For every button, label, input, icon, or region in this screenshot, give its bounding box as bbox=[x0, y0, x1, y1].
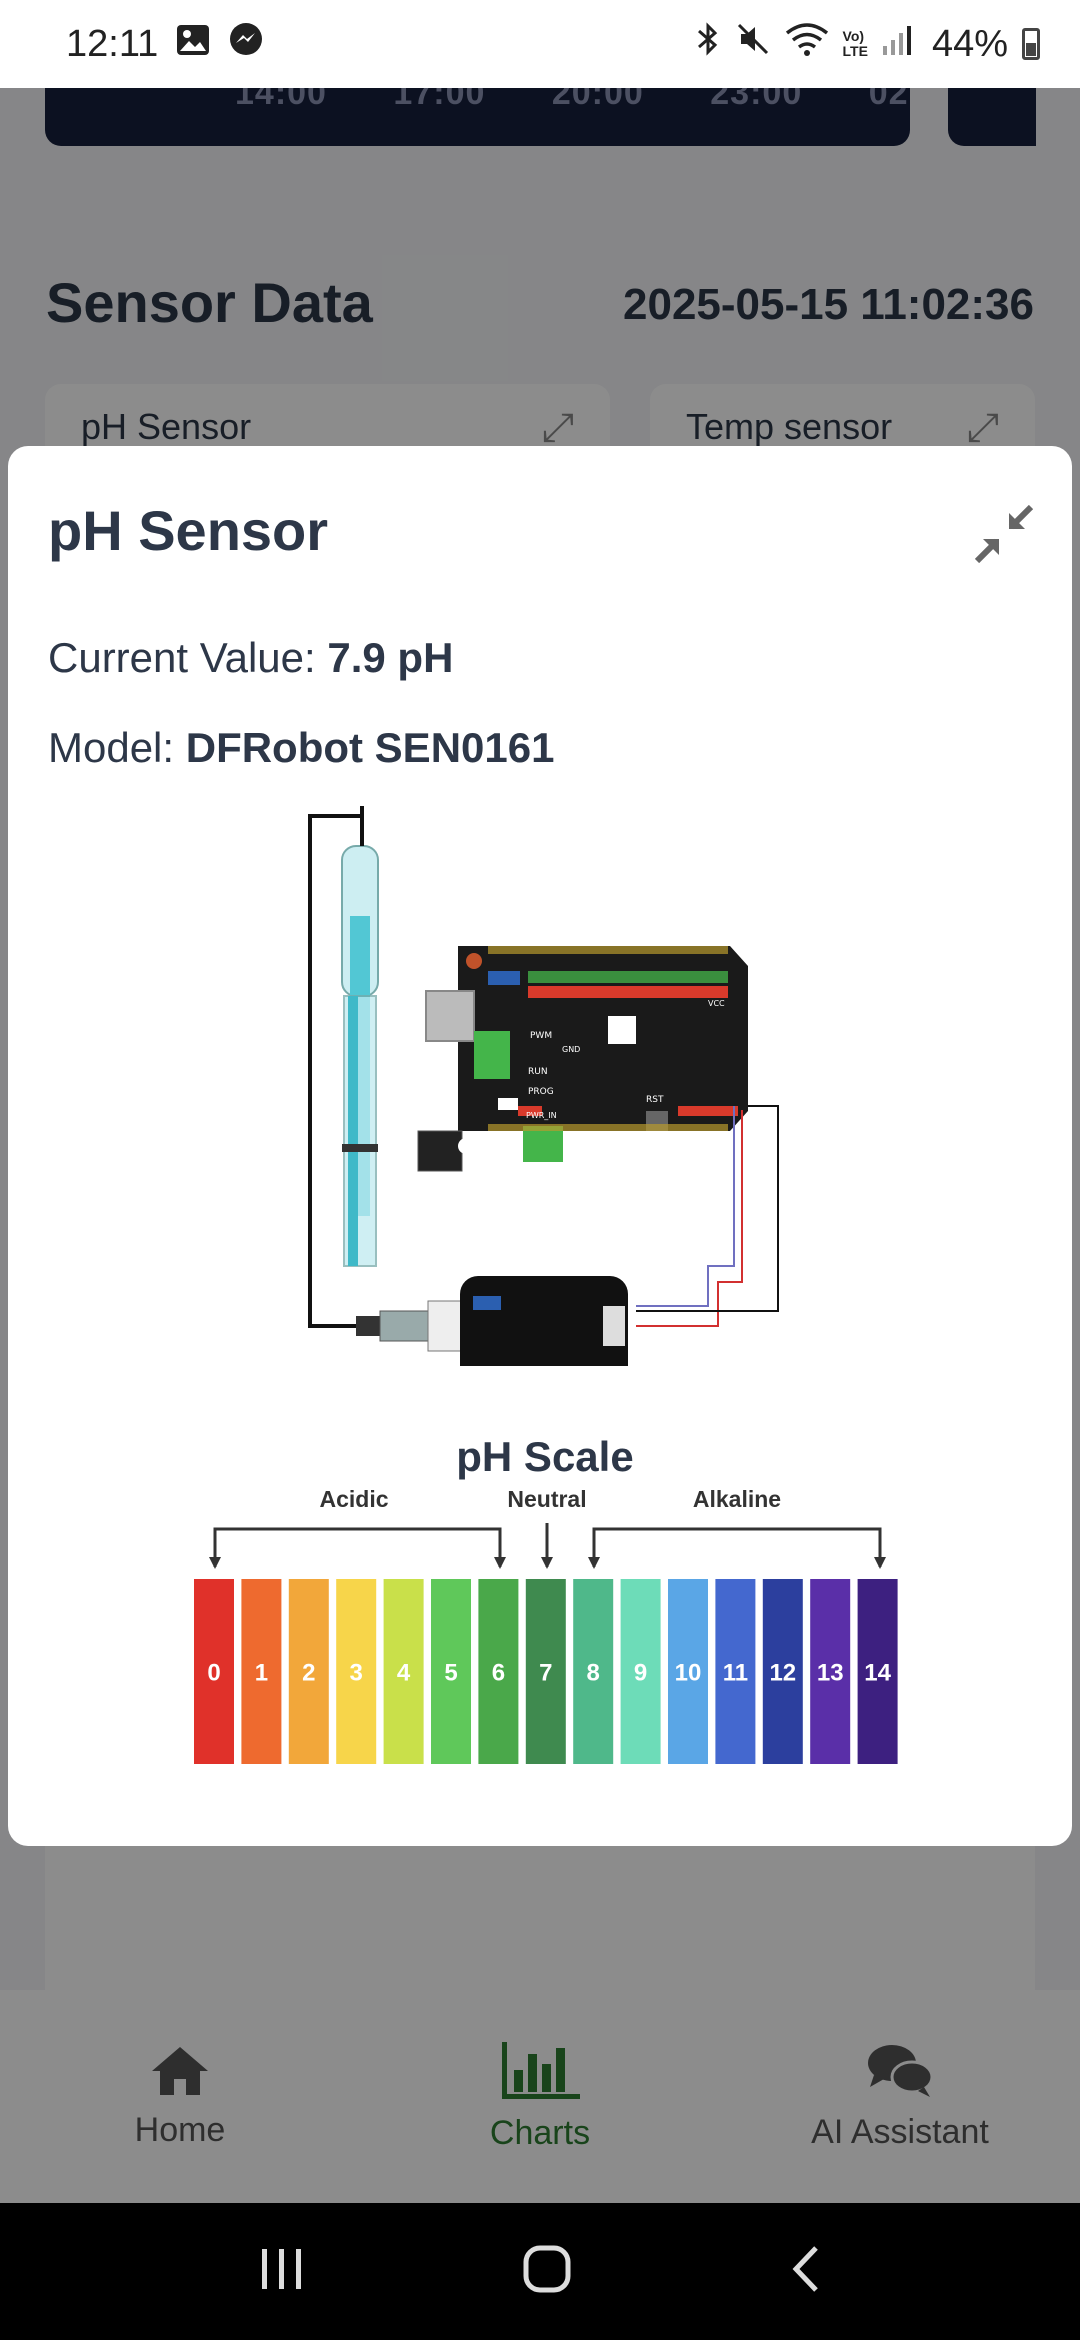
alkaline-label: Alkaline bbox=[693, 1486, 781, 1512]
svg-text:RUN: RUN bbox=[528, 1067, 548, 1077]
current-value-label: Current Value: bbox=[48, 634, 316, 681]
home-button[interactable] bbox=[522, 2244, 572, 2299]
ph-bar-label: 14 bbox=[864, 1660, 891, 1687]
arduino-board: PWM PROG RUN PWR_IN RST VCC GND bbox=[417, 946, 748, 1172]
acidic-label: Acidic bbox=[319, 1486, 388, 1512]
svg-text:GND: GND bbox=[562, 1045, 580, 1054]
ph-bar-label: 11 bbox=[723, 1660, 748, 1687]
model-line: Model: DFRobot SEN0161 bbox=[48, 724, 554, 772]
ph-bar-label: 13 bbox=[817, 1660, 844, 1687]
ph-bar-label: 4 bbox=[397, 1660, 411, 1687]
current-value: 7.9 pH bbox=[327, 634, 454, 681]
ph-bar-label: 2 bbox=[302, 1660, 315, 1687]
system-navigation-bar bbox=[0, 2203, 1080, 2340]
ph-bar-label: 6 bbox=[492, 1660, 505, 1687]
volte-icon: Vo) LTE bbox=[842, 28, 868, 59]
gallery-icon bbox=[176, 23, 210, 66]
status-time: 12:11 bbox=[66, 22, 159, 65]
svg-text:PWR_IN: PWR_IN bbox=[526, 1111, 557, 1120]
svg-text:PWM: PWM bbox=[530, 1031, 552, 1041]
ph-bar-label: 8 bbox=[587, 1660, 600, 1687]
signal-icon bbox=[882, 23, 912, 66]
svg-text:VCC: VCC bbox=[708, 999, 725, 1008]
ph-scale-graphic: pH Scale Acidic Neutral Alkaline 0123456… bbox=[194, 1433, 898, 1764]
svg-text:RST: RST bbox=[646, 1095, 664, 1105]
svg-text:PROG: PROG bbox=[528, 1087, 554, 1097]
battery-icon bbox=[1022, 28, 1040, 60]
status-bar: 12:11 Vo) LTE 44% bbox=[0, 0, 1080, 88]
ph-bar-label: 10 bbox=[675, 1660, 702, 1687]
ph-bar-label: 1 bbox=[255, 1660, 268, 1687]
ph-scale-title: pH Scale bbox=[456, 1433, 633, 1480]
battery-percent: 44% bbox=[931, 22, 1008, 65]
messenger-icon bbox=[228, 21, 264, 67]
ph-bar-label: 5 bbox=[444, 1660, 457, 1687]
compress-icon bbox=[975, 505, 1033, 563]
modal-title: pH Sensor bbox=[48, 499, 329, 562]
ph-bar-label: 3 bbox=[350, 1660, 363, 1687]
ph-meter-board bbox=[356, 1276, 628, 1366]
ph-bar-label: 0 bbox=[207, 1660, 220, 1687]
ph-bar-label: 9 bbox=[634, 1660, 647, 1687]
mute-icon bbox=[735, 21, 771, 67]
back-button[interactable] bbox=[788, 2244, 822, 2299]
bluetooth-icon bbox=[695, 21, 721, 67]
model-label: Model: bbox=[48, 724, 175, 771]
collapse-button[interactable] bbox=[972, 502, 1036, 566]
model-value: DFRobot SEN0161 bbox=[185, 724, 555, 771]
neutral-label: Neutral bbox=[507, 1486, 586, 1512]
ph-bar-label: 12 bbox=[769, 1660, 796, 1687]
wifi-icon bbox=[785, 21, 829, 67]
ph-probe bbox=[341, 806, 379, 1267]
sensor-detail-modal: pH Sensor Current Value: 7.9 pH Model: D… bbox=[8, 446, 1072, 1846]
current-value-line: Current Value: 7.9 pH bbox=[48, 634, 453, 682]
ph-bar-label: 7 bbox=[539, 1660, 552, 1687]
recent-apps-button[interactable] bbox=[258, 2247, 306, 2296]
wiring-diagram: PWM PROG RUN PWR_IN RST VCC GND bbox=[308, 806, 779, 1366]
